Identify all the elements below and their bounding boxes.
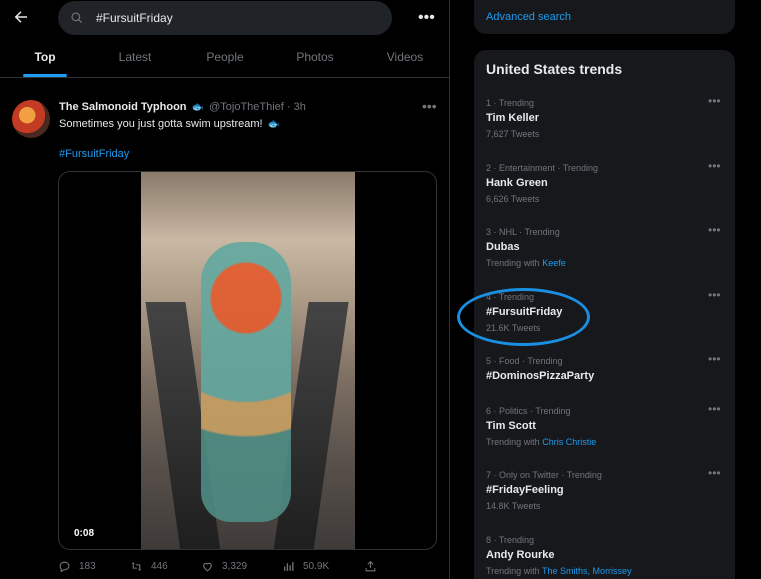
share-button[interactable] [364,560,385,573]
trend-item[interactable]: 7 · Only on Twitter · Trending #FridayFe… [474,466,735,530]
tab-people[interactable]: People [180,40,270,77]
trend-related-prefix: Trending with [486,566,540,576]
trend-meta: 8 · Trending [486,535,535,545]
fursuit-figure [201,242,291,522]
more-icon[interactable]: ••• [418,9,435,27]
trend-item[interactable]: 1 · Trending Tim Keller 7,627 Tweets ••• [474,94,735,158]
trend-related: Trending with Chris Christie [486,437,596,447]
share-icon [365,560,376,572]
tab-label: Latest [118,50,152,64]
trend-more-icon[interactable]: ••• [708,402,721,416]
tweet-hashtag[interactable]: #FursuitFriday [59,148,129,160]
heart-icon [203,562,212,572]
fish-emoji-icon: 🐟 [191,102,205,113]
tweet-more-icon[interactable]: ••• [422,98,437,114]
reply-icon [59,561,70,573]
retweet-count: 446 [151,561,168,572]
author-name[interactable]: The Salmonoid Typhoon [59,101,187,113]
retweet-button[interactable]: 446 [130,560,168,573]
trend-meta: 3 · NHL · Trending [486,227,560,237]
main-column: ••• Top Latest People Photos Videos The … [0,0,450,579]
trend-count: 7,627 Tweets [486,129,540,139]
tab-label: Photos [296,50,334,64]
trend-related-prefix: Trending with [486,437,540,447]
trend-item[interactable]: 4 · Trending #FursuitFriday 21.6K Tweets… [474,288,735,352]
sidebar: Advanced search United States trends 1 ·… [474,0,735,579]
trend-name: Andy Rourke [486,549,555,561]
trend-item[interactable]: 8 · Trending Andy Rourke Trending with T… [474,535,735,579]
trend-name: #FridayFeeling [486,484,564,496]
avatar[interactable] [12,100,50,138]
fish-emoji-icon: 🐟 [267,119,281,130]
tab-videos[interactable]: Videos [360,40,449,77]
retweet-icon [131,562,142,571]
active-tab-indicator [23,74,67,77]
author-handle[interactable]: @TojoTheThief [209,101,284,113]
like-button[interactable]: 3,329 [201,560,247,573]
trend-more-icon[interactable]: ••• [708,223,721,237]
search-icon [71,12,83,24]
back-arrow-icon[interactable] [12,8,32,28]
tweet-time[interactable]: 3h [294,101,306,113]
video-frame [141,172,355,549]
views-chart-icon [284,562,294,571]
trend-item[interactable]: 3 · NHL · Trending Dubas Trending with K… [474,223,735,287]
trend-related-link[interactable]: Chris Christie [542,437,596,447]
tweet-actions: 183 446 3,329 50.9K [58,560,388,576]
trend-name: Hank Green [486,177,548,189]
trend-more-icon[interactable]: ••• [708,288,721,302]
tab-label: Top [34,50,56,64]
trend-item[interactable]: 6 · Politics · Trending Tim Scott Trendi… [474,402,735,466]
trend-count: 14.8K Tweets [486,501,541,511]
trend-more-icon[interactable]: ••• [708,159,721,173]
trend-related: Trending with Keefe [486,258,566,268]
trend-more-icon[interactable]: ••• [708,352,721,366]
views-button[interactable]: 50.9K [282,560,329,573]
tab-photos[interactable]: Photos [270,40,360,77]
tab-label: People [206,50,244,64]
trend-meta: 6 · Politics · Trending [486,406,571,416]
trend-name: #DominosPizzaParty [486,370,595,382]
trend-more-icon[interactable]: ••• [708,94,721,108]
tab-label: Videos [386,50,424,64]
separator: · [286,101,291,113]
trend-name: Tim Scott [486,420,536,432]
tab-top[interactable]: Top [0,40,90,77]
trend-meta: 4 · Trending [486,292,535,302]
tweet-text-content: Sometimes you just gotta swim upstream! [59,118,263,130]
tweet-video[interactable]: 0:08 [58,171,437,550]
trend-meta: 5 · Food · Trending [486,356,563,366]
trend-name: #FursuitFriday [486,306,563,318]
search-tabs: Top Latest People Photos Videos [0,40,449,78]
advanced-search-link[interactable]: Advanced search [486,11,571,23]
view-count: 50.9K [303,561,330,572]
trends-title: United States trends [486,61,623,77]
tweet-text: Sometimes you just gotta swim upstream! … [59,118,282,130]
trend-related-prefix: Trending with [486,258,540,268]
trend-more-icon[interactable]: ••• [708,466,721,480]
trend-meta: 7 · Only on Twitter · Trending [486,470,602,480]
trend-count: 21.6K Tweets [486,323,541,333]
tweet-header: The Salmonoid Typhoon 🐟 @TojoTheThief · … [59,101,306,113]
like-count: 3,329 [222,561,248,572]
search-filters-box: Advanced search [474,0,735,34]
trend-related-link[interactable]: Keefe [542,258,566,268]
trend-count: 6,626 Tweets [486,194,540,204]
tab-latest[interactable]: Latest [90,40,180,77]
reply-button[interactable]: 183 [58,560,96,573]
trend-name: Tim Keller [486,112,539,124]
trend-meta: 1 · Trending [486,98,535,108]
trend-name: Dubas [486,241,520,253]
search-input[interactable] [96,11,346,25]
reply-count: 183 [79,561,96,572]
trend-related: Trending with The Smiths, Morrissey [486,566,632,576]
search-box[interactable] [58,1,392,35]
trend-item[interactable]: 2 · Entertainment · Trending Hank Green … [474,159,735,223]
video-duration: 0:08 [71,527,98,540]
trend-meta: 2 · Entertainment · Trending [486,163,599,173]
trend-related-link[interactable]: The Smiths, Morrissey [542,566,632,576]
trends-panel: United States trends 1 · Trending Tim Ke… [474,50,735,579]
